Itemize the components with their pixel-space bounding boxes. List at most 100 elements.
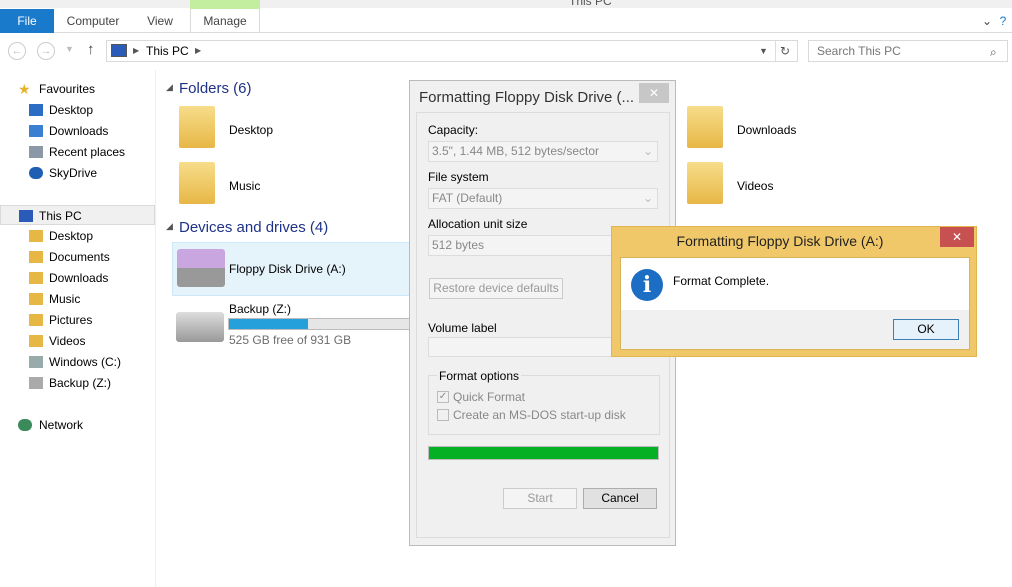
collapse-icon[interactable]: ◢ [166,221,173,232]
message-box-title: Formatting Floppy Disk Drive (A:) [676,233,884,249]
folder-icon [29,335,43,347]
chevron-right-icon: ▶ [195,46,202,55]
network-icon [18,419,32,431]
sidebar-item-documents[interactable]: Documents [0,247,155,267]
cloud-icon [29,167,43,179]
sidebar-network[interactable]: Network [0,415,155,435]
msdos-label: Create an MS-DOS start-up disk [453,408,626,422]
message-text: Format Complete. [673,274,770,288]
message-box-body: i Format Complete. OK [620,257,970,350]
computer-icon [19,210,33,222]
help-icon[interactable]: ? [996,9,1010,33]
folder-icon [29,314,43,326]
navigation-pane: ★ Favourites Desktop Downloads Recent pla… [0,70,156,587]
dialog-title: Formatting Floppy Disk Drive (... [419,89,635,106]
folder-icon [29,251,43,263]
tab-manage[interactable]: Manage [190,9,260,33]
format-options-group: Format options ✓ Quick Format Create an … [428,369,660,435]
sidebar-item-desktop[interactable]: Desktop [0,100,155,120]
folder-videos[interactable]: Videos [737,179,773,193]
quick-format-checkbox[interactable]: ✓ [437,391,449,403]
forward-button[interactable]: → [37,42,55,60]
collapse-icon[interactable]: ◢ [166,82,173,93]
sidebar-item-desktop[interactable]: Desktop [0,226,155,246]
address-bar[interactable]: ▶ This PC ▶ ▼ ↻ [106,40,798,62]
desktop-icon [29,104,43,116]
up-button[interactable]: ↑ [87,41,95,58]
tab-computer[interactable]: Computer [60,9,126,33]
sidebar-item-windows-c[interactable]: Windows (C:) [0,352,155,372]
folder-music[interactable]: Music [229,179,260,193]
drive-icon [29,377,43,389]
folder-icon [179,162,215,204]
quick-format-label: Quick Format [453,390,526,404]
msdos-checkbox[interactable] [437,409,449,421]
search-input[interactable]: Search This PC [808,40,1008,62]
folder-icon [29,272,43,284]
sidebar-item-downloads[interactable]: Downloads [0,268,155,288]
restore-defaults-button[interactable]: Restore device defaults [429,278,563,299]
drive-floppy[interactable]: Floppy Disk Drive (A:) [172,242,412,296]
ribbon: File Computer View Manage ⌄ ? [0,9,1012,33]
capacity-select[interactable]: 3.5", 1.44 MB, 512 bytes/sector ⌄ [428,141,658,162]
recent-places-icon [29,146,43,158]
folder-downloads[interactable]: Downloads [737,123,796,137]
cancel-button[interactable]: Cancel [583,488,657,509]
chevron-down-icon: ⌄ [642,191,653,205]
folder-desktop[interactable]: Desktop [229,123,273,137]
sidebar-item-backup-z[interactable]: Backup (Z:) [0,373,155,393]
star-icon: ★ [18,81,31,97]
ok-button[interactable]: OK [893,319,959,340]
devices-header[interactable]: Devices and drives (4) [179,219,328,236]
chevron-down-icon: ⌄ [642,144,653,158]
chevron-right-icon: ▶ [133,46,140,55]
folder-icon [179,106,215,148]
sidebar-item-recent-places[interactable]: Recent places [0,142,155,162]
message-box: Formatting Floppy Disk Drive (A:) ✕ i Fo… [611,226,977,357]
sidebar-item-music[interactable]: Music [0,289,155,309]
close-button[interactable]: ✕ [639,83,669,103]
floppy-drive-icon [177,249,225,287]
file-system-label: File system [428,170,489,184]
recent-dropdown-icon[interactable]: ▼ [65,44,74,54]
sidebar-item-pictures[interactable]: Pictures [0,310,155,330]
capacity-label: Capacity: [428,123,479,137]
folder-icon [29,230,43,242]
hard-drive-icon [176,312,224,342]
file-system-value: FAT (Default) [432,191,503,205]
chevron-down-icon[interactable]: ⌄ [980,9,994,33]
sidebar-item-downloads[interactable]: Downloads [0,121,155,141]
downloads-icon [29,125,43,137]
folder-icon [687,106,723,148]
drive-free-space: 525 GB free of 931 GB [229,333,352,347]
format-progress-bar [428,446,659,460]
search-icon[interactable]: ⌕ [990,45,997,60]
drive-backup-name[interactable]: Backup (Z:) [229,302,291,316]
drive-icon [29,356,43,368]
capacity-value: 3.5", 1.44 MB, 512 bytes/sector [432,144,600,158]
tab-file[interactable]: File [0,9,54,33]
back-button[interactable]: ← [8,42,26,60]
sidebar-this-pc[interactable]: This PC [0,205,155,225]
computer-icon [111,44,127,57]
window-title: This PC [569,0,612,8]
start-button[interactable]: Start [503,488,577,509]
title-bar [0,0,1012,8]
file-system-select[interactable]: FAT (Default) ⌄ [428,188,658,209]
allocation-label: Allocation unit size [428,217,528,231]
refresh-icon[interactable]: ↻ [775,41,790,61]
sidebar-item-videos[interactable]: Videos [0,331,155,351]
format-options-label: Format options [437,369,522,383]
folders-header[interactable]: Folders (6) [179,80,252,97]
address-path: This PC [146,44,189,58]
drive-usage-bar [228,318,410,330]
tab-view[interactable]: View [140,9,180,33]
folder-icon [29,293,43,305]
folder-icon [687,162,723,204]
address-dropdown-icon[interactable]: ▼ [759,41,768,61]
info-icon: i [631,269,663,301]
close-button[interactable]: ✕ [940,227,974,247]
sidebar-item-skydrive[interactable]: SkyDrive [0,163,155,183]
sidebar-favourites[interactable]: ★ Favourites [0,79,155,99]
allocation-value: 512 bytes [432,238,485,252]
